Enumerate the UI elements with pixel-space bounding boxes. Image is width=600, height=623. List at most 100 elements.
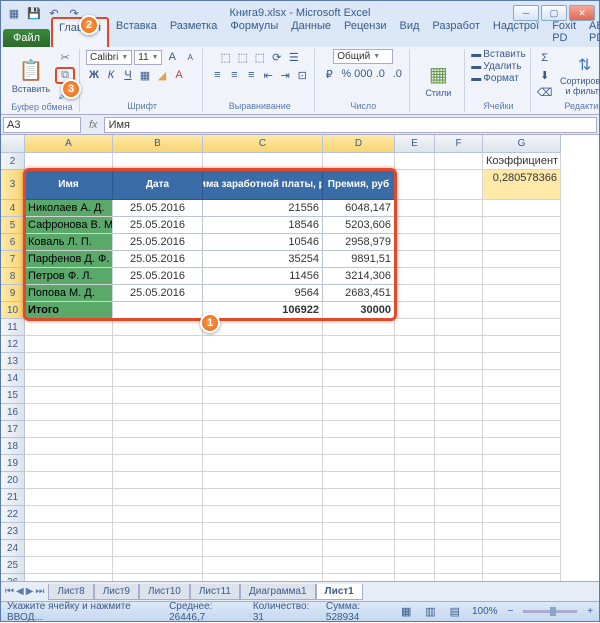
cell-D26[interactable]: [323, 574, 395, 581]
cell-G18[interactable]: [483, 438, 561, 455]
cell-D14[interactable]: [323, 370, 395, 387]
row-header-6[interactable]: 6: [1, 234, 25, 251]
cell-G13[interactable]: [483, 353, 561, 370]
underline-button[interactable]: Ч: [120, 67, 136, 83]
cell-E14[interactable]: [395, 370, 435, 387]
cell-A4[interactable]: Николаев А. Д.: [25, 200, 113, 217]
cell-F12[interactable]: [435, 336, 483, 353]
cell-D18[interactable]: [323, 438, 395, 455]
cell-G16[interactable]: [483, 404, 561, 421]
worksheet[interactable]: ABCDEFG 23456789101112131415161718192021…: [1, 135, 599, 581]
cell-B8[interactable]: 25.05.2016: [113, 268, 203, 285]
cell-A5[interactable]: Сафронова В. М.: [25, 217, 113, 234]
zoom-out-button[interactable]: −: [508, 606, 514, 617]
cell-F5[interactable]: [435, 217, 483, 234]
comma-icon[interactable]: 000: [355, 66, 371, 82]
cell-C12[interactable]: [203, 336, 323, 353]
ribbon-tab-10[interactable]: ABBYY PD: [583, 17, 600, 47]
autosum-icon[interactable]: Σ: [537, 50, 553, 66]
cell-C13[interactable]: [203, 353, 323, 370]
cell-E23[interactable]: [395, 523, 435, 540]
sheet-tab-Лист9[interactable]: Лист9: [94, 584, 139, 600]
cell-G8[interactable]: [483, 268, 561, 285]
cell-D15[interactable]: [323, 387, 395, 404]
save-icon[interactable]: 💾: [25, 4, 43, 22]
copy-button[interactable]: ⧉ 3: [55, 67, 75, 84]
align-top-icon[interactable]: ⬚: [218, 49, 234, 65]
fill-icon[interactable]: ⬇: [537, 67, 553, 83]
cell-D16[interactable]: [323, 404, 395, 421]
cell-E16[interactable]: [395, 404, 435, 421]
cell-G6[interactable]: [483, 234, 561, 251]
sheet-nav-1[interactable]: ◀: [16, 586, 24, 597]
ribbon-tab-9[interactable]: Foxit PD: [546, 17, 582, 47]
delete-cells-button[interactable]: ▬ Удалить: [471, 61, 521, 72]
cell-G4[interactable]: [483, 200, 561, 217]
cell-C15[interactable]: [203, 387, 323, 404]
insert-cells-button[interactable]: ▬ Вставить: [471, 49, 525, 60]
cell-E8[interactable]: [395, 268, 435, 285]
cell-E7[interactable]: [395, 251, 435, 268]
number-format-combo[interactable]: Общий▼: [333, 49, 393, 64]
sheet-tab-Лист1[interactable]: Лист1: [316, 584, 363, 600]
row-header-24[interactable]: 24: [1, 540, 25, 557]
file-tab[interactable]: Файл: [3, 29, 50, 47]
cell-B4[interactable]: 25.05.2016: [113, 200, 203, 217]
cell-E11[interactable]: [395, 319, 435, 336]
cell-F21[interactable]: [435, 489, 483, 506]
row-header-18[interactable]: 18: [1, 438, 25, 455]
cell-A24[interactable]: [25, 540, 113, 557]
cell-A11[interactable]: [25, 319, 113, 336]
cell-A15[interactable]: [25, 387, 113, 404]
row-header-19[interactable]: 19: [1, 455, 25, 472]
bold-button[interactable]: Ж: [86, 67, 102, 83]
row-header-8[interactable]: 8: [1, 268, 25, 285]
cell-C25[interactable]: [203, 557, 323, 574]
cell-D21[interactable]: [323, 489, 395, 506]
cell-A3[interactable]: Имя: [25, 170, 113, 200]
cell-D12[interactable]: [323, 336, 395, 353]
sheet-tab-Лист10[interactable]: Лист10: [139, 584, 190, 600]
cell-E26[interactable]: [395, 574, 435, 581]
align-right-icon[interactable]: ≡: [243, 67, 259, 83]
row-header-23[interactable]: 23: [1, 523, 25, 540]
cell-F10[interactable]: [435, 302, 483, 319]
name-box[interactable]: A3: [3, 117, 81, 133]
row-header-11[interactable]: 11: [1, 319, 25, 336]
cell-F11[interactable]: [435, 319, 483, 336]
indent-inc-icon[interactable]: ⇥: [277, 67, 293, 83]
view-normal-icon[interactable]: ▦: [399, 604, 413, 620]
cell-E18[interactable]: [395, 438, 435, 455]
cell-A14[interactable]: [25, 370, 113, 387]
cell-B13[interactable]: [113, 353, 203, 370]
fill-color-button[interactable]: ◢: [154, 67, 170, 83]
col-header-C[interactable]: C: [203, 135, 323, 153]
row-header-2[interactable]: 2: [1, 153, 25, 170]
cell-B2[interactable]: [113, 153, 203, 170]
cell-F9[interactable]: [435, 285, 483, 302]
cell-F6[interactable]: [435, 234, 483, 251]
row-header-7[interactable]: 7: [1, 251, 25, 268]
paste-button[interactable]: 📋 Вставить: [9, 58, 53, 94]
row-header-5[interactable]: 5: [1, 217, 25, 234]
cell-D20[interactable]: [323, 472, 395, 489]
cell-D10[interactable]: 30000: [323, 302, 395, 319]
cell-D7[interactable]: 9891,51: [323, 251, 395, 268]
cell-A22[interactable]: [25, 506, 113, 523]
format-cells-button[interactable]: ▬ Формат: [471, 73, 519, 84]
row-header-17[interactable]: 17: [1, 421, 25, 438]
cell-B14[interactable]: [113, 370, 203, 387]
cell-F14[interactable]: [435, 370, 483, 387]
cell-E21[interactable]: [395, 489, 435, 506]
cell-G19[interactable]: [483, 455, 561, 472]
cell-G10[interactable]: [483, 302, 561, 319]
cell-D19[interactable]: [323, 455, 395, 472]
ribbon-tab-7[interactable]: Разработ: [426, 17, 485, 47]
sheet-nav-0[interactable]: ⏮: [5, 586, 14, 597]
row-header-20[interactable]: 20: [1, 472, 25, 489]
cell-C7[interactable]: 35254: [203, 251, 323, 268]
cell-B22[interactable]: [113, 506, 203, 523]
cell-C6[interactable]: 10546: [203, 234, 323, 251]
cell-F18[interactable]: [435, 438, 483, 455]
cell-G24[interactable]: [483, 540, 561, 557]
